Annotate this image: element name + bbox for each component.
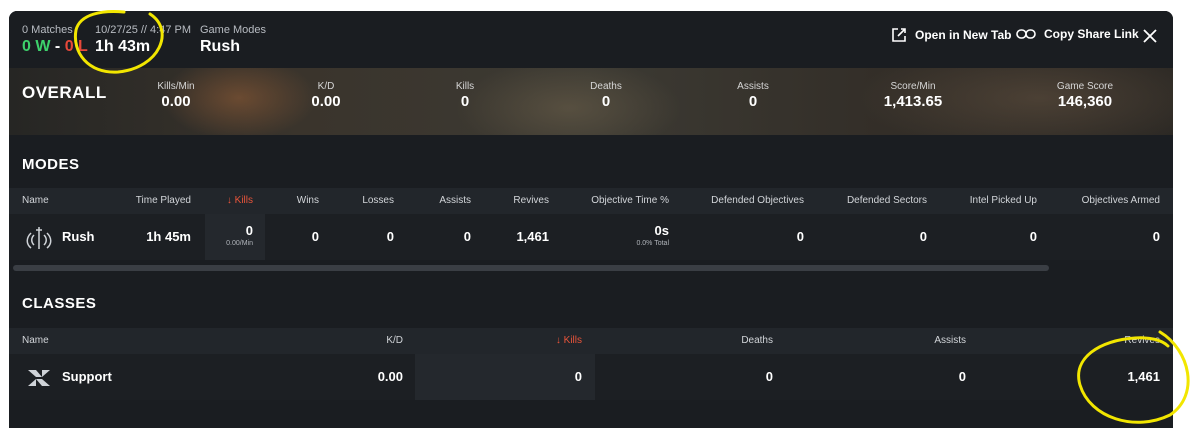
open-in-new-tab-button[interactable]: Open in New Tab (891, 27, 1011, 43)
col-time-played[interactable]: Time Played (109, 188, 191, 214)
mode-kills: 0 (245, 223, 253, 238)
stat-label: Deaths (590, 81, 622, 92)
sort-down-arrow-icon: ↓ (555, 335, 564, 346)
classes-table-header: Name K/D ↓ Kills Deaths Assists Revives (9, 328, 1173, 354)
open-in-new-tab-label: Open in New Tab (915, 28, 1012, 42)
game-modes-info: Game Modes Rush (200, 23, 266, 57)
stat-label: Kills/Min (157, 81, 195, 92)
col-kills-sorted[interactable]: ↓ Kills (509, 328, 582, 354)
col-kills-label: Kills (563, 335, 582, 346)
col-revives[interactable]: Revives (484, 188, 549, 214)
wins-count: 0 W (22, 38, 51, 55)
game-modes-label: Game Modes (200, 24, 267, 36)
stat-value: 0 (748, 93, 758, 110)
stat-label: Assists (737, 81, 769, 92)
mode-losses: 0 (386, 229, 394, 244)
col-assists[interactable]: Assists (409, 188, 471, 214)
stat-assists: Assists 0 (737, 80, 769, 111)
close-icon (1141, 29, 1159, 49)
session-duration: 1h 43m (95, 38, 151, 55)
mode-wins: 0 (311, 229, 319, 244)
mode-objective-time-cell: 0s 0.0% Total (569, 223, 669, 249)
stat-label: Score/Min (890, 81, 936, 92)
modes-section-title: MODES (22, 156, 80, 173)
stats-panel: 0 Matches 0 W - 0 L 10/27/25 // 4:47 PM … (9, 11, 1173, 428)
sort-down-arrow-icon: ↓ (226, 195, 235, 206)
col-objectives-armed[interactable]: Objectives Armed (1049, 188, 1160, 214)
mode-objective-time: 0s (654, 223, 669, 238)
col-revives[interactable]: Revives (1069, 328, 1160, 354)
modes-table-header: Name Time Played ↓ Kills Wins Losses Ass… (9, 188, 1173, 214)
stat-game-score: Game Score 146,360 (1057, 80, 1113, 111)
mode-time-played: 1h 45m (146, 229, 191, 244)
stat-kd: K/D 0.00 (311, 80, 340, 111)
mode-objectives-armed: 0 (1152, 229, 1160, 244)
classes-section-title: CLASSES (22, 295, 97, 312)
stat-value: 0.00 (161, 93, 191, 110)
stat-value: 146,360 (1057, 93, 1113, 110)
stat-value: 0 (460, 93, 470, 110)
losses-count: 0 L (64, 38, 88, 55)
mode-revives: 1,461 (516, 229, 549, 244)
overall-title: OVERALL (22, 83, 107, 102)
col-name[interactable]: Name (22, 328, 49, 354)
copy-share-link-button[interactable]: Copy Share Link (1016, 27, 1139, 41)
col-kd[interactable]: K/D (329, 328, 403, 354)
mode-defended-sectors: 0 (919, 229, 927, 244)
classes-table-row[interactable]: Support 0.00 0 0 0 1,461 (9, 354, 1173, 400)
stat-value: 0 (601, 93, 611, 110)
mode-kills-per-min: 0.00/Min (226, 240, 253, 247)
class-revives: 1,461 (1127, 369, 1160, 384)
col-wins[interactable]: Wins (259, 188, 319, 214)
close-button[interactable] (1141, 27, 1159, 45)
class-name: Support (62, 369, 112, 384)
scrollbar-thumb[interactable] (13, 265, 1049, 271)
mode-defended-objectives: 0 (796, 229, 804, 244)
stat-label: Game Score (1056, 81, 1114, 92)
support-class-icon (25, 364, 53, 392)
stat-kills-per-min: Kills/Min 0.00 (157, 80, 194, 111)
panel-header: 0 Matches 0 W - 0 L 10/27/25 // 4:47 PM … (9, 11, 1173, 68)
class-assists: 0 (958, 369, 966, 384)
class-deaths: 0 (765, 369, 773, 384)
stat-label: K/D (317, 81, 335, 92)
game-modes-value: Rush (200, 38, 240, 55)
mode-intel-picked-up: 0 (1029, 229, 1037, 244)
mode-objective-time-pct: 0.0% Total (636, 240, 669, 247)
stat-label: Kills (455, 81, 475, 92)
modes-table-row[interactable]: Rush 1h 45m 0 0.00/Min 0 0 0 1,461 0s 0.… (9, 214, 1173, 260)
match-summary: 0 Matches 0 W - 0 L (22, 23, 88, 57)
copy-share-link-label: Copy Share Link (1044, 27, 1139, 41)
session-datetime: 10/27/25 // 4:47 PM (95, 24, 192, 36)
mode-kills-cell: 0 0.00/Min (205, 223, 253, 249)
rush-icon (25, 224, 53, 252)
col-objective-time[interactable]: Objective Time % (569, 188, 669, 214)
stat-kills: Kills 0 (456, 80, 474, 111)
col-intel-picked-up[interactable]: Intel Picked Up (937, 188, 1037, 214)
col-defended-sectors[interactable]: Defended Sectors (814, 188, 927, 214)
session-info: 10/27/25 // 4:47 PM 1h 43m (95, 23, 191, 57)
external-link-icon (891, 27, 907, 43)
stat-value: 0.00 (311, 93, 341, 110)
class-kd: 0.00 (377, 369, 403, 384)
matches-count: 0 Matches (22, 24, 73, 36)
win-loss-record: 0 W - 0 L (22, 37, 88, 57)
overall-banner: OVERALL Kills/Min 0.00 K/D 0.00 Kills 0 … (9, 68, 1173, 135)
col-assists[interactable]: Assists (879, 328, 966, 354)
col-kills-label: Kills (234, 195, 253, 206)
col-losses[interactable]: Losses (334, 188, 394, 214)
record-separator: - (54, 38, 61, 55)
col-defended-objectives[interactable]: Defended Objectives (684, 188, 804, 214)
link-icon (1016, 28, 1036, 40)
col-kills-sorted[interactable]: ↓ Kills (205, 188, 253, 214)
col-name[interactable]: Name (22, 188, 49, 214)
col-deaths[interactable]: Deaths (689, 328, 773, 354)
mode-assists: 0 (463, 229, 471, 244)
class-kills: 0 (574, 369, 582, 384)
stat-value: 1,413.65 (883, 93, 943, 110)
stat-deaths: Deaths 0 (590, 80, 622, 111)
stat-score-per-min: Score/Min 1,413.65 (884, 80, 942, 111)
modes-horizontal-scrollbar[interactable] (13, 265, 1169, 271)
mode-name: Rush (62, 229, 95, 244)
